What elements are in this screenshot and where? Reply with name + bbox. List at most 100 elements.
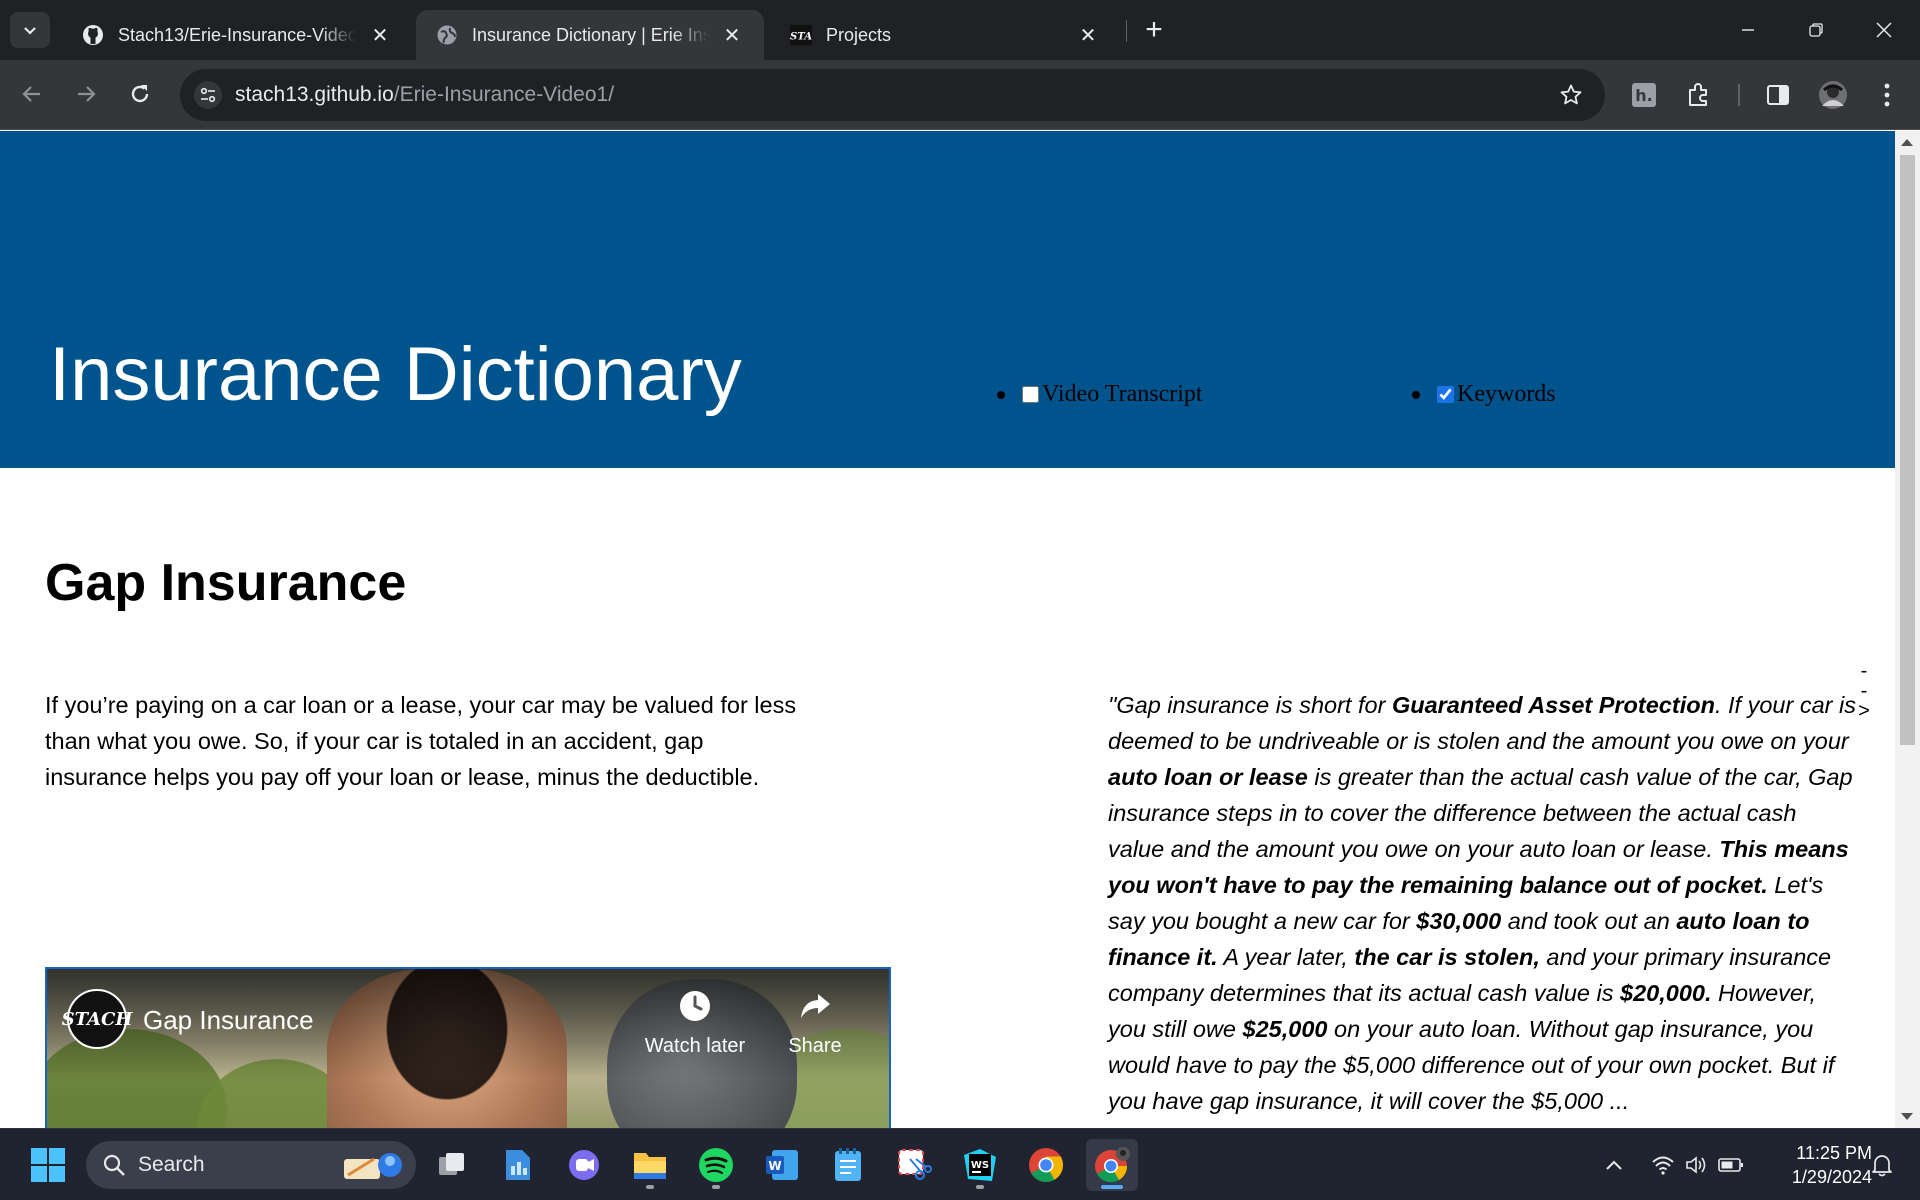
close-icon[interactable]: ✕ <box>368 23 392 47</box>
share-button[interactable]: Share <box>755 989 875 1058</box>
video-transcript-toggle[interactable]: Video Transcript <box>997 381 1203 408</box>
snipping-tool-icon[interactable] <box>888 1139 940 1191</box>
video-transcript-quote: "Gap insurance is short for Guaranteed A… <box>1108 687 1858 1119</box>
search-label: Search <box>138 1153 205 1176</box>
close-icon <box>1876 22 1892 38</box>
tab-insurance-dictionary[interactable]: Insurance Dictionary | Erie Insur ✕ <box>416 10 764 60</box>
teams-icon[interactable] <box>558 1139 610 1191</box>
scroll-down-arrow-icon[interactable] <box>1901 1113 1913 1120</box>
svg-text:W: W <box>768 1159 781 1173</box>
clock-icon <box>678 989 712 1023</box>
restore-icon <box>1809 23 1823 37</box>
keyword-highlight: $30,000 <box>1416 908 1502 934</box>
tab-strip: Stach13/Erie-Insurance-Video1: ✕ Insuran… <box>0 0 1920 60</box>
minimize-button[interactable] <box>1714 0 1782 60</box>
clock-date: 1/29/2024 <box>1791 1167 1872 1187</box>
svg-text:STA: STA <box>790 32 812 43</box>
share-label: Share <box>788 1035 842 1057</box>
tab-separator <box>1126 20 1127 42</box>
keyword-highlight: $25,000 <box>1242 1016 1328 1042</box>
hero-banner: Insurance Dictionary Video Transcript Ke… <box>0 131 1895 468</box>
chrome-icon[interactable] <box>1020 1139 1072 1191</box>
battery-icon[interactable] <box>1714 1129 1748 1200</box>
url-text[interactable]: stach13.github.io/Erie-Insurance-Video1/ <box>235 83 614 107</box>
tab-search-button[interactable] <box>10 12 50 48</box>
close-icon[interactable]: ✕ <box>720 23 744 47</box>
quote-text: and took out an <box>1501 908 1677 934</box>
reload-button[interactable] <box>120 74 160 114</box>
file-explorer-icon[interactable] <box>624 1139 676 1191</box>
close-icon[interactable]: ✕ <box>1076 23 1100 47</box>
windows-taskbar: Search W WS 11:25 PM 1/29/2024 <box>0 1128 1920 1200</box>
bullet <box>997 390 1005 399</box>
bullet <box>1412 390 1420 399</box>
honey-extension-icon[interactable]: h. <box>1625 76 1663 114</box>
youtube-video-embed[interactable]: STACH Gap Insurance Watch later Share <box>45 967 891 1128</box>
term-description: If you’re paying on a car loan or a leas… <box>45 692 797 790</box>
keyword-highlight: auto loan or lease <box>1108 764 1308 790</box>
keywords-label: Keywords <box>1457 381 1556 407</box>
forward-button[interactable] <box>66 74 106 114</box>
volume-icon[interactable] <box>1680 1129 1714 1200</box>
tab-projects[interactable]: STA Projects ✕ <box>770 10 1120 60</box>
toolbar-separator <box>1738 84 1740 106</box>
side-panel-icon[interactable] <box>1759 76 1797 114</box>
bookmark-star-icon[interactable] <box>1555 79 1587 111</box>
arrow-left-icon <box>22 86 40 102</box>
keywords-checkbox[interactable] <box>1437 386 1454 403</box>
keywords-toggle[interactable]: Keywords <box>1412 381 1556 408</box>
tab-title: Stach13/Erie-Insurance-Video1: <box>118 24 356 45</box>
start-button[interactable] <box>22 1139 74 1191</box>
globe-icon <box>436 24 458 46</box>
video-title[interactable]: Gap Insurance <box>143 1005 314 1036</box>
page-viewport: Insurance Dictionary Video Transcript Ke… <box>0 131 1895 1128</box>
search-highlight-icon <box>344 1153 402 1179</box>
video-transcript-checkbox[interactable] <box>1022 386 1039 403</box>
share-arrow-icon <box>798 989 832 1023</box>
search-icon <box>103 1154 125 1176</box>
running-indicator <box>712 1185 720 1189</box>
watch-later-button[interactable]: Watch later <box>635 989 755 1058</box>
quote-text: A year later, <box>1217 944 1355 970</box>
stach-logo-icon: STA <box>790 24 812 46</box>
arrow-right-icon <box>78 86 96 102</box>
quote-text: "Gap insurance is short for <box>1108 692 1392 718</box>
spotify-icon[interactable] <box>690 1139 742 1191</box>
url-path: /Erie-Insurance-Video1/ <box>393 83 615 106</box>
running-indicator <box>646 1185 654 1189</box>
channel-logo[interactable]: STACH <box>62 989 132 1049</box>
page-scrollbar[interactable] <box>1895 131 1920 1128</box>
taskbar-search[interactable]: Search <box>86 1141 416 1189</box>
notepad-icon[interactable] <box>822 1139 874 1191</box>
tab-github[interactable]: Stach13/Erie-Insurance-Video1: ✕ <box>62 10 412 60</box>
notification-bell-icon[interactable] <box>1864 1129 1900 1200</box>
taskbar-clock[interactable]: 11:25 PM 1/29/2024 <box>1752 1141 1872 1189</box>
task-view-icon[interactable] <box>426 1139 478 1191</box>
scroll-thumb[interactable] <box>1900 155 1915 745</box>
new-tab-button[interactable]: + <box>1138 13 1170 46</box>
files-app-icon[interactable] <box>492 1139 544 1191</box>
url-host: stach13.github.io <box>235 83 394 106</box>
section-title: Gap Insurance <box>45 554 407 612</box>
extensions-puzzle-icon[interactable] <box>1680 76 1718 114</box>
profile-avatar[interactable] <box>1814 76 1852 114</box>
address-bar[interactable]: stach13.github.io/Erie-Insurance-Video1/ <box>180 69 1605 121</box>
keyword-highlight: Guaranteed Asset Protection <box>1391 692 1715 718</box>
keyword-highlight: $20,000. <box>1620 980 1712 1006</box>
minimize-icon <box>1742 29 1754 31</box>
wifi-icon[interactable] <box>1646 1129 1680 1200</box>
scroll-up-arrow-icon[interactable] <box>1901 139 1913 146</box>
back-button[interactable] <box>12 74 52 114</box>
more-menu-icon[interactable] <box>1868 76 1906 114</box>
chrome-profile-icon[interactable] <box>1086 1139 1138 1191</box>
show-hidden-icons-chevron-icon[interactable] <box>1596 1129 1632 1200</box>
keyword-highlight: the car is stolen, <box>1354 944 1540 970</box>
running-indicator <box>976 1185 984 1189</box>
video-transcript-label: Video Transcript <box>1042 381 1203 407</box>
webstorm-icon[interactable]: WS <box>954 1139 1006 1191</box>
watch-later-label: Watch later <box>644 1035 746 1057</box>
restore-button[interactable] <box>1782 0 1850 60</box>
word-icon[interactable]: W <box>756 1139 808 1191</box>
site-settings-icon[interactable] <box>194 81 222 109</box>
close-window-button[interactable] <box>1850 0 1918 60</box>
